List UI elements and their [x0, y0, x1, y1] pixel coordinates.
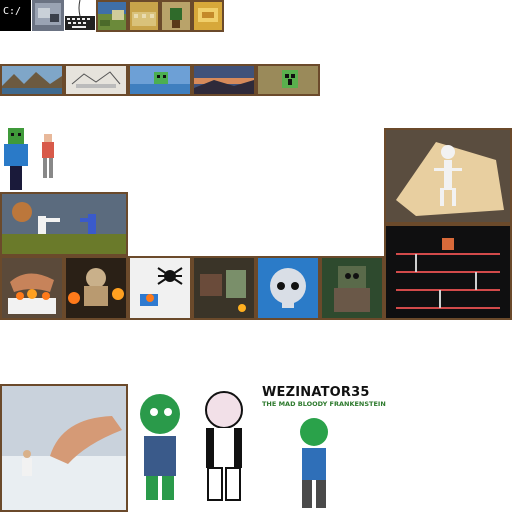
creeper-lake-thumbnail[interactable]: [128, 64, 192, 96]
comic-title: WEZINATOR35: [262, 385, 370, 400]
bust-fire-thumbnail[interactable]: [64, 256, 128, 320]
skeleton-cheese-thumbnail[interactable]: [384, 128, 512, 224]
green-plant-pixel-thumbnail[interactable]: [160, 0, 192, 32]
frankenstein-drawing[interactable]: [282, 410, 346, 512]
desktop-screenshot-thumbnail[interactable]: [32, 0, 64, 31]
comic-title-block: WEZINATOR35 THE MAD BLOODY FRANKENSTEIN: [262, 385, 386, 409]
skull-thumbnail[interactable]: [256, 256, 320, 320]
pixel-tiles-thumbnail[interactable]: [128, 0, 160, 32]
creature-thumbnail[interactable]: [320, 256, 384, 320]
creeper-zombie-sprite[interactable]: [0, 128, 32, 192]
karate-fight-thumbnail[interactable]: [0, 192, 128, 256]
comic-subtitle: THE MAD BLOODY FRANKENSTEIN: [262, 400, 386, 408]
landscape-painting-thumbnail[interactable]: [96, 0, 128, 32]
white-sketch-thumbnail[interactable]: [64, 64, 128, 96]
gold-pixel-thumbnail[interactable]: [192, 0, 224, 32]
mountains-pixel-thumbnail[interactable]: [0, 64, 64, 96]
terminal-prompt: C:/: [3, 6, 22, 17]
donkey-kong-thumbnail[interactable]: [384, 224, 512, 320]
pixel-person-sprite[interactable]: [32, 128, 64, 192]
terminal-thumbnail[interactable]: C:/: [0, 0, 31, 31]
diorama-thumbnail[interactable]: [192, 256, 256, 320]
karate-giant-hand-thumbnail[interactable]: [0, 384, 128, 512]
sunset-thumbnail[interactable]: [192, 64, 256, 96]
green-monster-drawing[interactable]: [128, 384, 192, 512]
spider-thumbnail[interactable]: [128, 256, 192, 320]
hand-fire-thumbnail[interactable]: [0, 256, 64, 320]
bald-man-drawing[interactable]: [192, 384, 256, 512]
creeper-pixel-thumbnail[interactable]: [256, 64, 320, 96]
keyboard-thumbnail[interactable]: [64, 0, 96, 31]
